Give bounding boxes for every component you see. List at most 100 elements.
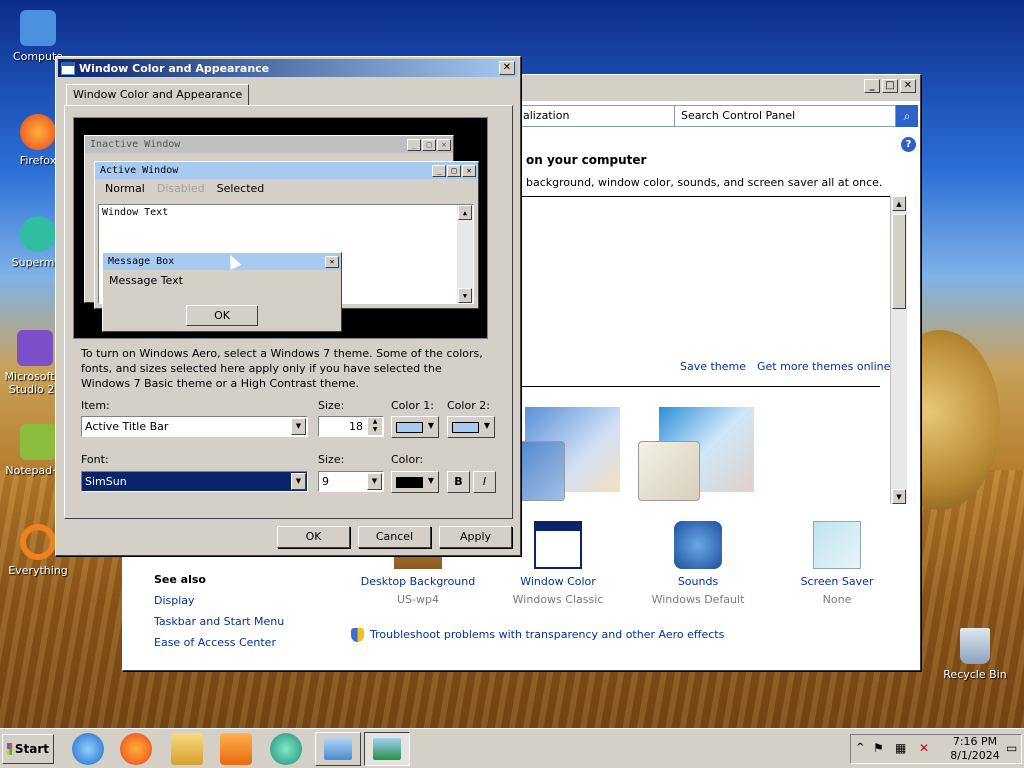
message-text: Message Text [109, 274, 183, 287]
theme-thumbnail-classic[interactable] [638, 441, 700, 501]
item-select-value: Active Title Bar [85, 420, 169, 433]
menu-normal: Normal [105, 182, 145, 195]
close-button[interactable]: ✕ [499, 61, 515, 75]
maximize-button[interactable]: □ [882, 79, 898, 93]
scroll-down-icon[interactable]: ▼ [892, 489, 906, 504]
desktop-icon-recycle-bin[interactable]: Recycle Bin [940, 628, 1010, 681]
page-title: on your computer [526, 153, 646, 167]
italic-button[interactable]: I [473, 471, 496, 493]
message-box-title: Message Box [108, 256, 175, 267]
screen-saver-item[interactable]: Screen Saver None [767, 521, 907, 606]
ease-of-access-link[interactable]: Ease of Access Center [154, 636, 276, 649]
font-color-label: Color: [391, 453, 424, 466]
flag-icon[interactable]: ⚑ [873, 741, 884, 755]
item-subtitle: US-wp4 [397, 593, 439, 606]
preview-menu: Normal Disabled Selected [95, 179, 478, 198]
bold-button[interactable]: B [447, 471, 470, 493]
font-color-button[interactable]: ▼ [391, 471, 439, 493]
show-desktop-icon[interactable]: ▭ [1006, 741, 1017, 755]
chevron-up-icon[interactable]: ^ [856, 742, 864, 753]
item-title[interactable]: Sounds [628, 575, 768, 588]
control-panel-icon [324, 738, 352, 760]
taskbar-start-menu-link[interactable]: Taskbar and Start Menu [154, 615, 284, 628]
close-icon: ✕ [462, 164, 476, 177]
notepadpp-icon [20, 424, 56, 460]
troubleshoot-link[interactable]: Troubleshoot problems with transparency … [370, 628, 724, 641]
chevron-down-icon: ▼ [483, 421, 490, 430]
size-value: 18 [349, 420, 363, 433]
clock[interactable]: 7:16 PM 8/1/2024 [945, 735, 1005, 763]
supermium-icon[interactable] [270, 733, 302, 765]
firefox-icon[interactable] [120, 733, 152, 765]
scroll-up-icon[interactable]: ▲ [892, 196, 906, 211]
chevron-down-icon[interactable]: ▼ [291, 418, 306, 435]
font-select-value: SimSun [85, 475, 127, 488]
file-explorer-icon[interactable] [171, 733, 203, 765]
see-also-heading: See also [154, 573, 206, 586]
item-title[interactable]: Window Color [488, 575, 628, 588]
start-label: Start [14, 742, 49, 756]
cancel-button[interactable]: Cancel [358, 526, 431, 548]
menu-disabled: Disabled [156, 182, 205, 195]
address-text: alization [523, 109, 570, 122]
font-size-select[interactable]: 9 ▼ [318, 471, 384, 492]
search-icon[interactable]: ⌕ [896, 105, 918, 127]
apply-button[interactable]: Apply [439, 526, 512, 548]
taskbar-window-color[interactable] [364, 732, 410, 766]
search-input[interactable]: Search Control Panel [674, 105, 896, 127]
chevron-down-icon[interactable]: ▼ [367, 473, 382, 490]
window-color-icon [534, 521, 582, 569]
color1-button[interactable]: ▼ [391, 416, 439, 438]
close-button[interactable]: ✕ [900, 79, 916, 93]
volume-muted-icon[interactable]: ✕ [919, 741, 929, 755]
item-subtitle: None [822, 593, 852, 606]
media-player-icon[interactable] [220, 733, 252, 765]
display-link[interactable]: Display [154, 594, 195, 607]
themes-divider [520, 386, 880, 387]
chevron-down-icon: ▼ [427, 476, 434, 485]
themes-scrollbar[interactable]: ▲ ▼ [890, 196, 907, 504]
dialog-titlebar[interactable]: Window Color and Appearance ✕ [58, 59, 518, 77]
scroll-up-icon: ▲ [458, 205, 472, 220]
font-select[interactable]: SimSun ▼ [81, 471, 308, 492]
clock-date: 8/1/2024 [950, 749, 1000, 762]
chevron-down-icon[interactable]: ▼ [291, 473, 306, 490]
help-icon[interactable]: ? [901, 137, 916, 152]
item-label: Item: [81, 399, 110, 412]
tab-window-color-appearance[interactable]: Window Color and Appearance [66, 84, 250, 106]
item-title[interactable]: Screen Saver [767, 575, 907, 588]
size-label: Size: [318, 399, 345, 412]
taskbar-control-panel[interactable] [315, 732, 361, 766]
page-description: background, window color, sounds, and sc… [526, 176, 883, 189]
network-icon[interactable]: ▦ [895, 741, 906, 755]
inactive-window-title: Inactive Window [90, 139, 181, 150]
font-size-label: Size: [318, 453, 345, 466]
color2-button[interactable]: ▼ [447, 416, 495, 438]
maximize-icon: □ [422, 138, 436, 151]
item-select[interactable]: Active Title Bar ▼ [81, 416, 308, 437]
minimize-button[interactable]: _ [864, 79, 880, 93]
windows-logo-icon [7, 743, 12, 755]
everything-icon [20, 524, 56, 560]
size-stepper[interactable]: 18 ▲ ▼ [318, 416, 384, 437]
preview-message-box: Message Box ✕ Message Text OK [102, 252, 342, 332]
item-title[interactable]: Desktop Background [348, 575, 488, 588]
display-settings-icon [373, 738, 401, 760]
spin-arrows-icon[interactable]: ▲ ▼ [368, 418, 382, 435]
scrollbar-thumb[interactable] [892, 214, 906, 309]
start-button[interactable]: Start [2, 734, 54, 764]
firefox-icon [20, 114, 56, 150]
sounds-item[interactable]: Sounds Windows Default [628, 521, 768, 606]
save-theme-link[interactable]: Save theme [680, 360, 746, 373]
supermium-icon [20, 216, 56, 252]
item-subtitle: Windows Default [651, 593, 745, 606]
desktop-icon-label: Everything [8, 564, 68, 577]
recycle-bin-icon [960, 628, 990, 664]
ok-button[interactable]: OK [277, 526, 350, 548]
scroll-down-icon: ▼ [458, 288, 472, 303]
aero-notice: To turn on Windows Aero, select a Window… [81, 347, 483, 390]
chevron-down-icon: ▼ [427, 421, 434, 430]
close-icon: ✕ [437, 138, 451, 151]
get-more-themes-link[interactable]: Get more themes online [757, 360, 890, 373]
internet-explorer-icon[interactable] [72, 733, 104, 765]
